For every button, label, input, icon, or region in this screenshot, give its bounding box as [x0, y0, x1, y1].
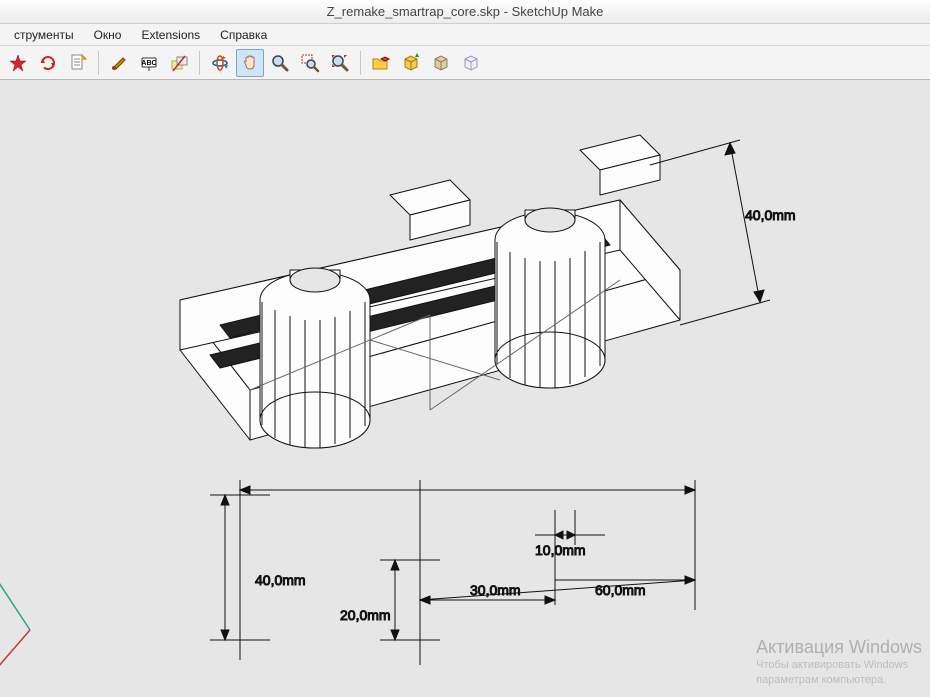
toolbar: ABC: [0, 46, 930, 80]
toolbar-separator: [360, 51, 361, 75]
paint-icon[interactable]: [105, 49, 133, 77]
menu-help[interactable]: Справка: [210, 25, 277, 45]
menu-tools[interactable]: струменты: [4, 25, 84, 45]
document-icon[interactable]: [64, 49, 92, 77]
export-icon[interactable]: [397, 49, 425, 77]
dim-label: 20,0mm: [340, 607, 391, 623]
toolbar-separator: [199, 51, 200, 75]
component-icon[interactable]: [457, 49, 485, 77]
svg-text:ABC: ABC: [141, 60, 156, 67]
dim-label: 40,0mm: [745, 207, 796, 223]
zoom-extents-icon[interactable]: [326, 49, 354, 77]
menubar: струменты Окно Extensions Справка: [0, 24, 930, 46]
menu-window[interactable]: Окно: [84, 25, 132, 45]
zoom-window-icon[interactable]: [296, 49, 324, 77]
menu-extensions[interactable]: Extensions: [131, 25, 210, 45]
titlebar: Z_remake_smartrap_core.skp - SketchUp Ma…: [0, 0, 930, 24]
viewport-3d[interactable]: 40,0mm 40,0mm 20,0mm: [0, 80, 930, 697]
folder-model-icon[interactable]: [367, 49, 395, 77]
label-icon[interactable]: ABC: [135, 49, 163, 77]
orbit-icon[interactable]: [206, 49, 234, 77]
zoom-icon[interactable]: [266, 49, 294, 77]
package-icon[interactable]: [427, 49, 455, 77]
dim-label: 60,0mm: [595, 582, 646, 598]
toolbar-separator: [98, 51, 99, 75]
pan-icon[interactable]: [236, 49, 264, 77]
hide-icon[interactable]: [165, 49, 193, 77]
reload-icon[interactable]: [34, 49, 62, 77]
dim-label: 10,0mm: [535, 542, 586, 558]
window-title: Z_remake_smartrap_core.skp - SketchUp Ma…: [327, 4, 604, 19]
plugin-star-icon[interactable]: [4, 49, 32, 77]
dim-label: 40,0mm: [255, 572, 306, 588]
model-canvas[interactable]: 40,0mm 40,0mm 20,0mm: [0, 80, 930, 697]
